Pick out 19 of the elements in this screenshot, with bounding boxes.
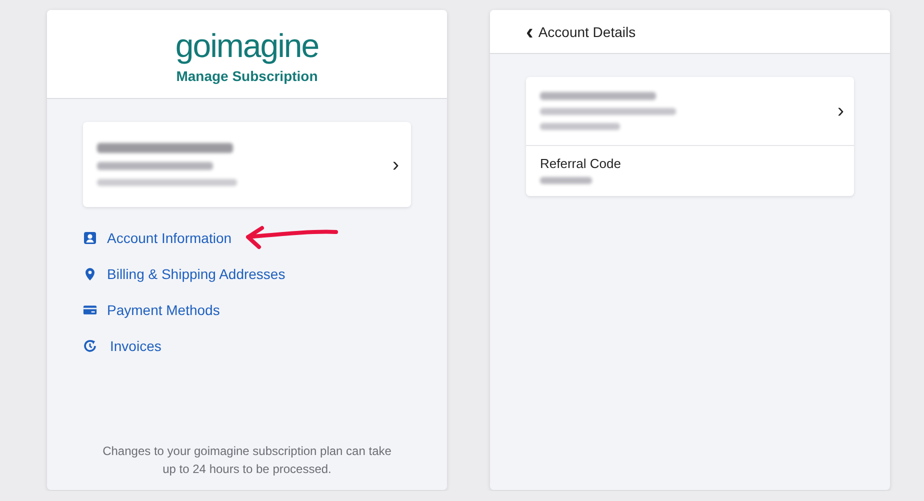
menu-link[interactable]: Account Information [83,230,232,246]
redacted-text [540,177,592,184]
account-row[interactable]: › [526,77,854,146]
footer-note: Changes to your goimagine subscription plan can take up to 24 hours to be processed. [102,443,392,478]
chevron-icon: › [837,101,844,121]
page-title: Manage Subscription [176,68,318,84]
location-pin-icon [83,266,97,280]
user-icon [83,230,97,244]
credit-card-icon [83,302,97,316]
menu-link[interactable]: Invoices [83,338,162,354]
chevron-icon: › [392,154,399,174]
logo: goimagine [175,26,319,66]
menu-link[interactable]: Payment Methods [83,302,220,318]
history-icon [83,338,97,352]
subscription-card[interactable]: › [83,122,411,207]
back-button[interactable]: ‹ [526,20,534,42]
referral-label: Referral Code [540,156,621,171]
menu-link[interactable]: Billing & Shipping Addresses [83,266,286,282]
page-title: Account Details [538,24,636,40]
